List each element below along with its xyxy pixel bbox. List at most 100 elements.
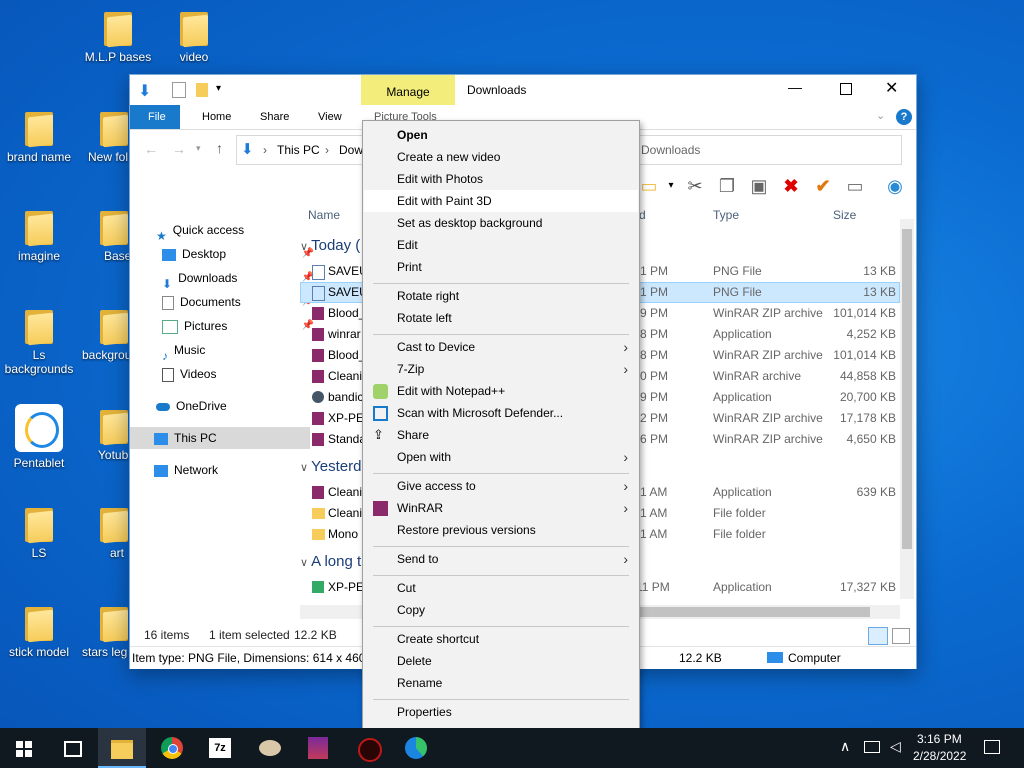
nav-this-pc[interactable]: This PC (130, 427, 310, 449)
menu-item-create-shortcut[interactable]: Create shortcut (364, 628, 638, 650)
column-header-date[interactable]: d (639, 208, 646, 222)
menu-item-rename[interactable]: Rename (364, 672, 638, 694)
clock-date[interactable]: 2/28/2022 (913, 749, 966, 763)
close-button[interactable]: ✕ (885, 78, 898, 98)
vertical-scrollbar[interactable] (900, 219, 914, 599)
nav-documents[interactable]: Documents📌 (162, 291, 318, 313)
desktop-icon-brand-name[interactable]: brand name (1, 110, 77, 164)
folder-icon[interactable]: ▭ (638, 175, 660, 197)
breadcrumb-downloads[interactable]: Dow (339, 143, 363, 157)
recent-chevron-icon[interactable]: ▾ (196, 143, 201, 154)
desktop-icon-base[interactable]: Base (78, 209, 130, 263)
tab-home[interactable]: Home (190, 105, 243, 129)
large-icons-view-button[interactable] (892, 628, 910, 644)
menu-item-scan-defender[interactable]: Scan with Microsoft Defender... (364, 402, 638, 424)
desktop-icon-pentablet[interactable]: Pentablet (1, 404, 77, 470)
desktop-icon-ls[interactable]: LS (1, 506, 77, 560)
desktop-icon-backgrounds[interactable]: backgrou (78, 308, 130, 362)
nav-music[interactable]: ♪ Music (162, 339, 318, 363)
menu-item-7zip[interactable]: 7-Zip › (364, 358, 638, 380)
column-header-name[interactable]: Name (308, 208, 340, 222)
menu-item-delete[interactable]: Delete (364, 650, 638, 672)
copy-icon[interactable]: ❐ (716, 175, 738, 197)
desktop-icon-imagine[interactable]: imagine (1, 209, 77, 263)
maximize-button[interactable] (840, 83, 852, 95)
desktop-icon-video[interactable]: video (156, 10, 232, 64)
menu-item-copy[interactable]: Copy (364, 599, 638, 621)
breadcrumb-this-pc[interactable]: This PC (277, 143, 320, 157)
desktop-icon-youtube[interactable]: Yotub (78, 408, 130, 462)
nav-quick-access[interactable]: ★ Quick access (156, 219, 312, 243)
quick-access-download-icon[interactable]: ⬇ (138, 81, 151, 101)
check-icon[interactable]: ✔ (812, 175, 834, 197)
menu-item-rotate-left[interactable]: Rotate left (364, 307, 638, 329)
properties-icon[interactable] (172, 82, 186, 98)
menu-item-winrar[interactable]: WinRAR › (364, 497, 638, 519)
network-status-icon[interactable] (864, 741, 880, 753)
title-bar[interactable]: ⬇ ▾ Manage Downloads — ✕ (130, 75, 916, 105)
tab-manage[interactable]: Manage (361, 75, 455, 105)
group-header-long-time-ago[interactable]: ∨ A long t (300, 553, 361, 570)
show-hidden-icons-chevron[interactable]: ∧ (840, 738, 850, 755)
taskbar-red-app[interactable] (344, 728, 392, 768)
nav-videos[interactable]: Videos (162, 363, 318, 385)
taskbar-7zip[interactable]: 7z (196, 728, 244, 768)
desktop-icon-stars-legs[interactable]: stars leg (78, 605, 130, 659)
nav-desktop[interactable]: Desktop 📌 (162, 243, 318, 265)
menu-item-share[interactable]: ⇪ Share (364, 424, 638, 446)
menu-item-edit-with-notepad[interactable]: Edit with Notepad++ (364, 380, 638, 402)
menu-item-give-access-to[interactable]: Give access to › (364, 475, 638, 497)
customize-arrow-icon[interactable]: ▾ (216, 83, 221, 94)
tab-view[interactable]: View (306, 105, 354, 129)
paste-icon[interactable]: ▣ (748, 175, 770, 197)
desktop-icon-new-folder[interactable]: New fol (78, 110, 130, 164)
menu-item-open-with[interactable]: Open with › (364, 446, 638, 468)
menu-item-edit-with-photos[interactable]: Edit with Photos (364, 168, 638, 190)
column-header-size[interactable]: Size (833, 208, 856, 222)
task-view-button[interactable] (48, 728, 96, 768)
nav-downloads[interactable]: ⬇ Downloads 📌 (162, 267, 318, 291)
desktop-icon-stick-model[interactable]: stick model (1, 605, 77, 659)
column-header-type[interactable]: Type (713, 208, 739, 222)
menu-item-properties[interactable]: Properties (364, 701, 638, 723)
chevron-down-icon[interactable]: ▾ (660, 175, 682, 197)
nav-network[interactable]: Network (154, 459, 310, 481)
up-arrow-icon[interactable]: ↑ (216, 140, 223, 156)
delete-x-icon[interactable]: ✖ (780, 175, 802, 197)
help-icon[interactable]: ? (896, 109, 912, 125)
tab-file[interactable]: File (130, 105, 180, 129)
menu-item-cut[interactable]: Cut (364, 577, 638, 599)
menu-item-cast-to-device[interactable]: Cast to Device › (364, 336, 638, 358)
scrollbar-thumb[interactable] (902, 229, 912, 549)
menu-item-restore-previous-versions[interactable]: Restore previous versions (364, 519, 638, 541)
menu-item-rotate-right[interactable]: Rotate right (364, 285, 638, 307)
menu-item-edit-with-paint-3d[interactable]: Edit with Paint 3D (364, 190, 638, 212)
taskbar-chrome[interactable] (148, 728, 196, 768)
forward-arrow-icon[interactable]: → (172, 141, 186, 157)
scrollbar-thumb[interactable] (640, 607, 870, 617)
notifications-icon[interactable] (984, 740, 1000, 754)
group-header-yesterday[interactable]: ∨ Yesterda (300, 458, 370, 475)
start-button[interactable] (0, 728, 48, 768)
taskbar-file-explorer[interactable] (98, 728, 146, 768)
menu-item-set-desktop-background[interactable]: Set as desktop background (364, 212, 638, 234)
taskbar-paint[interactable] (246, 728, 294, 768)
back-arrow-icon[interactable]: ← (144, 141, 158, 157)
menu-item-open[interactable]: Open (364, 124, 638, 146)
nav-onedrive[interactable]: OneDrive (156, 395, 312, 417)
tab-share[interactable]: Share (248, 105, 301, 129)
scissors-icon[interactable]: ✂ (684, 175, 706, 197)
nav-pictures[interactable]: Pictures 📌 (162, 315, 318, 337)
new-folder-icon[interactable] (196, 83, 208, 97)
minimize-button[interactable]: — (788, 79, 802, 95)
desktop-icon-mlp-bases[interactable]: M.L.P bases (80, 10, 156, 64)
properties-globe-icon[interactable]: ◉ (884, 175, 906, 197)
details-view-button[interactable] (868, 627, 888, 645)
group-header-today[interactable]: ∨ Today ( (300, 237, 360, 254)
clock-time[interactable]: 3:16 PM (917, 732, 962, 746)
menu-item-print[interactable]: Print (364, 256, 638, 278)
desktop-icon-art[interactable]: art (78, 506, 130, 560)
rename-icon[interactable]: ▭ (844, 175, 866, 197)
menu-item-create-new-video[interactable]: Create a new video (364, 146, 638, 168)
taskbar-edge[interactable] (392, 728, 440, 768)
